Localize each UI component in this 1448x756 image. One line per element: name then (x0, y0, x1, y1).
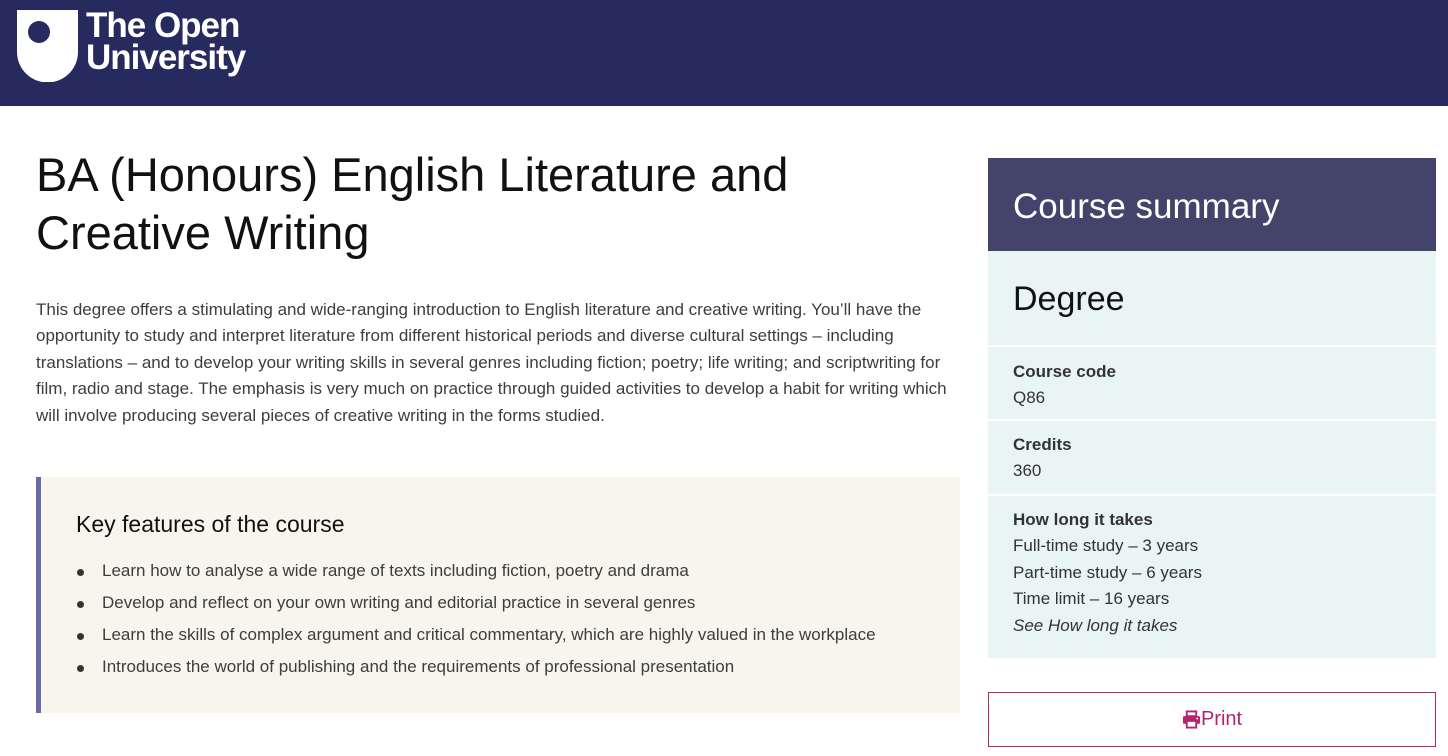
open-university-shield-icon (17, 10, 78, 82)
key-features-list: Learn how to analyse a wide range of tex… (76, 555, 960, 683)
course-summary-heading: Course summary (988, 158, 1436, 251)
time-limit: Time limit – 16 years (1013, 589, 1170, 608)
credits-value: 360 (1013, 461, 1042, 480)
course-intro: This degree offers a stimulating and wid… (36, 300, 947, 425)
course-summary-panel: Course summary Degree Course code Q86 Cr… (988, 158, 1436, 658)
print-button[interactable]: Print (988, 692, 1436, 747)
key-feature-item: Learn the skills of complex argument and… (76, 619, 960, 651)
course-code-value: Q86 (1013, 388, 1046, 407)
part-time-duration: Part-time study – 6 years (1013, 562, 1202, 582)
printer-icon (1182, 710, 1200, 729)
logo-wordmark: The Open University (86, 8, 246, 77)
see-how-long-it-takes-link[interactable]: See How long it takes (1013, 613, 1436, 640)
key-features-panel: Key features of the course Learn how to … (36, 477, 960, 713)
key-feature-item: Learn how to analyse a wide range of tex… (76, 555, 960, 587)
open-university-logo[interactable]: The Open University (17, 8, 246, 82)
site-header: The Open University (0, 0, 1448, 106)
key-feature-item: Introduces the world of publishing and t… (76, 651, 960, 683)
key-features-heading: Key features of the course (76, 511, 345, 537)
credits-label: Credits (1013, 435, 1072, 454)
course-code-section: Course code Q86 (988, 347, 1436, 421)
credits-section: Credits 360 (988, 421, 1436, 496)
duration-section: How long it takes Full-time study – 3 ye… (988, 496, 1436, 658)
key-feature-item: Develop and reflect on your own writing … (76, 587, 960, 619)
full-time-duration: Full-time study – 3 years (1013, 536, 1199, 555)
qualification-type: Degree (988, 251, 1436, 347)
page-title: BA (Honours) English Literature and Crea… (36, 148, 789, 259)
print-button-label: Print (1200, 708, 1243, 730)
duration-label: How long it takes (1013, 510, 1153, 529)
main-content: BA (Honours) English Literature and Crea… (36, 140, 961, 429)
course-code-label: Course code (1013, 362, 1116, 381)
logo-line-2: University (86, 38, 246, 77)
